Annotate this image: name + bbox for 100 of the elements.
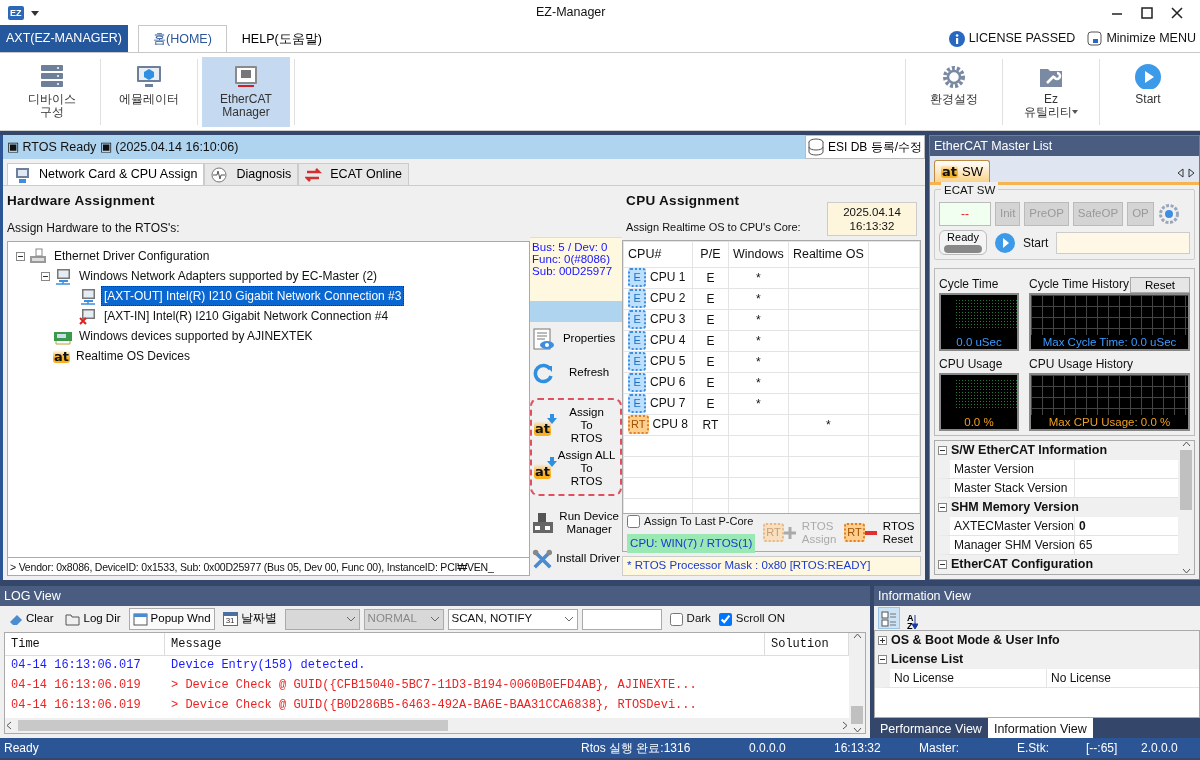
reset-button[interactable]: Reset (1129, 277, 1190, 293)
device-info-line: Bus: 5 / Dev: 0 (532, 241, 609, 254)
checkbox-label[interactable]: Assign To Last P-Core (644, 513, 754, 530)
toolbar-button[interactable]: Popup Wnd (128, 608, 215, 630)
checkbox[interactable] (718, 612, 732, 626)
status-text: 2.0.0.0 (1141, 740, 1179, 757)
ribbon-button[interactable]: 환경설정 (910, 56, 998, 127)
panel-tab[interactable]: Performance View (874, 718, 988, 738)
column-header[interactable]: Message (165, 633, 765, 655)
play-icon[interactable] (995, 232, 1015, 253)
chevron-down-icon (345, 616, 356, 622)
collapse-icon[interactable] (16, 251, 25, 261)
scroll-left-icon[interactable] (1177, 168, 1184, 178)
column-header[interactable]: P/E (692, 241, 729, 268)
table-cell: E (692, 288, 729, 310)
tree-item[interactable]: Windows devices supported by AJINEXTEK (76, 326, 316, 346)
start-field[interactable] (1056, 231, 1190, 254)
collapse-icon[interactable] (878, 655, 887, 664)
ribbon-button[interactable]: Ez 유틸리티 (1007, 56, 1095, 127)
checkbox[interactable] (627, 514, 641, 528)
tree-item[interactable]: Realtime OS Devices (73, 346, 194, 366)
vertical-scrollbar[interactable] (1178, 441, 1194, 574)
checkbox[interactable] (669, 612, 683, 626)
panel-title: EtherCAT Master List (930, 136, 1199, 156)
collapse-icon[interactable] (938, 560, 947, 569)
info-icon (948, 30, 965, 47)
toolbar-button[interactable]: 31 날짜별 (218, 608, 281, 630)
tree-item[interactable]: [AXT-OUT] Intel(R) I210 Gigabit Network Connection #3 (101, 286, 405, 306)
column-header[interactable]: Time (5, 633, 165, 655)
tree-item[interactable]: [AXT-IN] Intel(R) I210 Gigabit Network Connection #4 (101, 306, 392, 326)
column-header[interactable]: CPU# (623, 241, 693, 268)
ready-toggle[interactable]: Ready (939, 230, 987, 255)
collapse-icon[interactable] (938, 446, 947, 455)
toolbar-button[interactable]: Clear (4, 608, 58, 630)
log-message: > Device Check @ GUID({B0D286B5-6463-492A-BA6E-BAA31CCA6838}, RTOSDevi... (170, 697, 697, 714)
section-subtitle: Assign Realtime OS to CPU's Core: (626, 220, 801, 236)
toolbar-button[interactable]: Log Dir (61, 608, 125, 630)
text-field[interactable] (581, 608, 662, 630)
view-tab[interactable]: ECAT Online (298, 163, 410, 185)
panel-title: LOG View (0, 586, 870, 606)
scrollbar-thumb[interactable] (1180, 450, 1192, 510)
panel-tab[interactable]: Information View (987, 718, 1093, 738)
monitor-error-icon (78, 307, 98, 325)
exchange-icon (305, 166, 323, 183)
categorized-view-button[interactable] (878, 607, 900, 629)
action-button[interactable]: Refresh (530, 360, 623, 386)
chip-icon: RT (844, 523, 865, 543)
settings-icon[interactable] (1157, 203, 1180, 225)
scrollbar-thumb[interactable] (851, 706, 863, 724)
app-menu-button[interactable]: AXT(EZ-MANAGER) (0, 25, 128, 52)
log-time: 04-14 16:13:06.019 (10, 697, 142, 714)
action-button[interactable]: at Assign ALL To RTOS (532, 447, 621, 490)
property-value[interactable]: No License (1051, 671, 1112, 685)
status-text: [--:65] (1086, 740, 1119, 757)
vertical-scrollbar[interactable] (849, 633, 865, 733)
view-tab[interactable]: Network Card & CPU Assign (7, 163, 205, 185)
ribbon-button[interactable]: Start (1104, 56, 1192, 127)
table-cell: * (728, 330, 789, 352)
table-cell: CPU 7 (650, 396, 686, 411)
server-icon (38, 62, 66, 89)
ribbon-button[interactable]: 디바이스 구성 (8, 56, 96, 127)
ribbon-tab[interactable]: 홈(HOME) (138, 25, 227, 52)
table-cell: E (692, 372, 729, 394)
device-info-line: Func: 0(#8086) (532, 253, 612, 266)
column-header[interactable]: Windows (728, 241, 789, 268)
collapse-icon[interactable] (41, 271, 50, 281)
monitor-title: CPU Usage History (1029, 356, 1134, 373)
tree-item[interactable]: Ethernet Driver Configuration (51, 246, 213, 266)
rtos-button[interactable]: RT RTOS Reset (844, 519, 915, 546)
scroll-right-icon[interactable] (1188, 168, 1195, 178)
minimize-menu-label[interactable]: Minimize MENU (1106, 29, 1196, 48)
dropdown-arrow-icon[interactable] (29, 8, 40, 17)
view-tab[interactable]: Diagnosis (204, 163, 299, 185)
master-tab[interactable]: at SW (934, 160, 990, 182)
dropdown[interactable]: SCAN, NOTIFY (447, 608, 578, 630)
ribbon-button[interactable]: EtherCAT Manager (202, 56, 290, 127)
horizontal-scrollbar[interactable] (5, 718, 849, 733)
action-button[interactable]: Install Driver (530, 546, 623, 572)
sort-alphabetical-button[interactable]: AZ (904, 607, 921, 629)
table-cell: CPU 8 (652, 417, 688, 432)
checkbox-label[interactable]: Dark (686, 610, 711, 628)
esi-db-button[interactable]: ESI DB 등록/수정 (805, 135, 925, 159)
tree-item[interactable]: Windows Network Adapters supported by EC-Master (2) (76, 266, 381, 286)
expand-icon[interactable] (878, 636, 887, 645)
column-header[interactable]: Realtime OS (788, 241, 869, 268)
table-cell: * (728, 288, 789, 310)
table-cell: E (692, 351, 729, 373)
action-button[interactable]: Run Device Manager (530, 508, 623, 538)
minimize-menu-icon[interactable] (1087, 31, 1103, 46)
action-button[interactable]: Properties (530, 326, 623, 352)
property-value[interactable]: 0 (1079, 519, 1086, 533)
panel-title: Information View (874, 586, 1200, 606)
play-icon (1134, 62, 1162, 89)
status-text: Ready (4, 740, 40, 757)
action-button[interactable]: at Assign To RTOS (532, 404, 621, 447)
property-value[interactable]: 65 (1079, 538, 1093, 552)
monitor-icon (53, 267, 73, 285)
ribbon-button[interactable]: 에뮬레이터 (105, 56, 193, 127)
collapse-icon[interactable] (938, 503, 947, 512)
checkbox-label[interactable]: Scroll ON (735, 610, 786, 628)
